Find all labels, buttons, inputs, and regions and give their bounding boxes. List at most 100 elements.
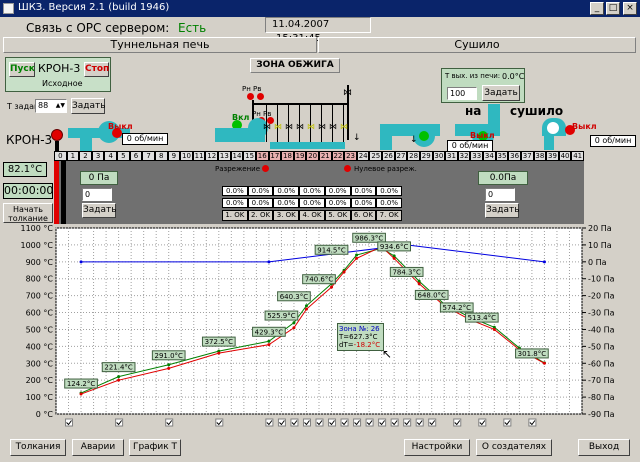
date-text: 11.04.2007: [272, 19, 330, 30]
rn-lamp-icon: [247, 93, 254, 100]
pressure-left-set-button[interactable]: Задать: [82, 203, 117, 218]
rn-rv-top: Рн Рв: [242, 85, 262, 93]
position-cell: 38: [533, 151, 547, 161]
position-cell: 25: [369, 151, 383, 161]
fan-left-off-label: Выкл: [108, 122, 133, 131]
series-point: [330, 285, 334, 289]
data-label: 429.3°C: [255, 328, 284, 336]
stop-button[interactable]: Стоп: [84, 62, 109, 77]
minimize-button[interactable]: _: [590, 2, 604, 15]
burner-valve-icon: ⋈: [285, 122, 293, 131]
alarms-button[interactable]: Аварии: [72, 439, 124, 456]
t-out-box: Т вых. из печи: 0.0°C 100 Задать: [441, 68, 525, 103]
opc-status: Есть: [178, 21, 207, 35]
burner-pct2: 0.0%: [299, 198, 325, 208]
zone-title: ЗОНА ОБЖИГА: [250, 58, 340, 73]
burner-ok[interactable]: 2. OK: [247, 210, 274, 221]
burner-pct2: 0.0%: [350, 198, 377, 208]
razrezhenie-label: Разрежение: [215, 165, 261, 173]
y-tick-label: 700 °C: [26, 292, 54, 301]
tab-tunnel-kiln[interactable]: Туннельная печь: [3, 37, 317, 53]
position-cell: 34: [483, 151, 496, 161]
spinner-icon[interactable]: ▲▼: [56, 100, 65, 112]
burner-pct: 0.0%: [222, 186, 248, 196]
burner-ok[interactable]: 6. OK: [350, 210, 377, 221]
y-right-tick-label: -90 Па: [588, 410, 615, 419]
pushes-button[interactable]: Толкания: [10, 439, 66, 456]
burner-valve-icon: ⋈: [274, 122, 282, 131]
series-point: [292, 321, 296, 325]
burner-ok[interactable]: 7. OK: [376, 210, 402, 221]
start-button[interactable]: Пуск: [9, 62, 35, 77]
data-label: 640.3°C: [280, 293, 309, 301]
pressure-right-input[interactable]: 0: [485, 188, 515, 201]
y-right-tick-label: -80 Па: [588, 393, 615, 402]
rv-lamp-icon: [257, 93, 264, 100]
position-cell: 19: [293, 151, 307, 161]
series-point: [267, 339, 271, 343]
data-label: 648.0°C: [417, 291, 446, 299]
y-tick-label: 800 °C: [26, 275, 54, 284]
burner-pct: 0.0%: [324, 186, 351, 196]
position-cell: 39: [546, 151, 559, 161]
t-set-button[interactable]: Задать: [71, 98, 106, 114]
series-point: [304, 307, 308, 311]
tooltip-dt: -18.2°C: [353, 341, 381, 349]
series-point: [217, 351, 221, 355]
title-bar: ШКЗ. Версия 2.1 (build 1946) _ □ ×: [0, 0, 640, 17]
pressure-left-input-value: 0: [85, 190, 91, 199]
position-cell: 13: [218, 151, 231, 161]
position-cell: 3: [91, 151, 105, 161]
close-button[interactable]: ×: [623, 2, 637, 15]
kron-label: КРОН-3: [6, 133, 53, 147]
t-out-value: 0.0°C: [502, 72, 525, 81]
burner-grid: 0.0% 0.0% 1. OK 0.0% 0.0% 2. OK 0.0% 0.0% 3. OK 0…: [222, 186, 402, 222]
position-cell: 37: [520, 151, 534, 161]
null-razrezh-lamp-icon: [344, 165, 351, 172]
position-cell: 10: [180, 151, 193, 161]
temp-graph-button[interactable]: График Т: [129, 439, 181, 456]
y-tick-label: 200 °C: [26, 376, 54, 385]
burner-ok[interactable]: 5. OK: [324, 210, 351, 221]
tab-dryer[interactable]: Сушило: [318, 37, 636, 53]
data-label: 124.2°C: [67, 380, 96, 388]
exit-button[interactable]: Выход: [578, 439, 630, 456]
y-tick-label: 300 °C: [26, 359, 54, 368]
burner-ok[interactable]: 3. OK: [273, 210, 300, 221]
pressure-right-set-button[interactable]: Задать: [485, 203, 520, 218]
series-point: [542, 260, 546, 264]
maximize-button[interactable]: □: [606, 2, 620, 15]
y-right-tick-label: -50 Па: [588, 342, 615, 351]
t-set-input[interactable]: 88 ▲▼: [35, 99, 67, 113]
position-cell: 32: [457, 151, 471, 161]
t-out-label: Т вых. из печи:: [445, 72, 501, 80]
kron-status-lamp-icon: [51, 129, 63, 141]
position-cell: 20: [306, 151, 319, 161]
position-cell: 31: [445, 151, 458, 161]
position-cell: 28: [407, 151, 420, 161]
start-push-button[interactable]: Начать толкание: [3, 203, 53, 223]
pressure-left-input[interactable]: 0: [82, 188, 112, 201]
series-point: [267, 260, 271, 264]
fan-right-leg: [544, 136, 554, 150]
position-cell: 29: [419, 151, 433, 161]
settings-button[interactable]: Настройки: [404, 439, 470, 456]
tooltip-zone: Зона №: 26: [339, 325, 380, 333]
position-cell: 22: [331, 151, 345, 161]
datetime-display: 11.04.2007 15:31:45: [265, 17, 371, 44]
series-point: [304, 304, 308, 308]
data-label: 740.6°C: [305, 276, 334, 284]
y-right-tick-label: -70 Па: [588, 376, 615, 385]
about-button[interactable]: О создателях: [476, 439, 552, 456]
position-strip: 0 1 2 3 4 5 6 7 8 9 10 11 12 13 14 15 16 17 18 19 20 21 22 23 24…: [54, 151, 584, 161]
burner-pct: 0.0%: [376, 186, 402, 196]
burner-ok[interactable]: 4. OK: [299, 210, 325, 221]
y-right-tick-label: -20 Па: [588, 292, 615, 301]
position-cell: 14: [230, 151, 244, 161]
t-out-set-button[interactable]: Задать: [482, 85, 520, 101]
t-out-input[interactable]: 100: [447, 87, 477, 100]
series-point: [355, 253, 359, 257]
y-tick-label: 1100 °C: [21, 224, 54, 233]
pressure-right-input-value: 0: [488, 190, 494, 199]
burner-ok[interactable]: 1. OK: [222, 210, 248, 221]
